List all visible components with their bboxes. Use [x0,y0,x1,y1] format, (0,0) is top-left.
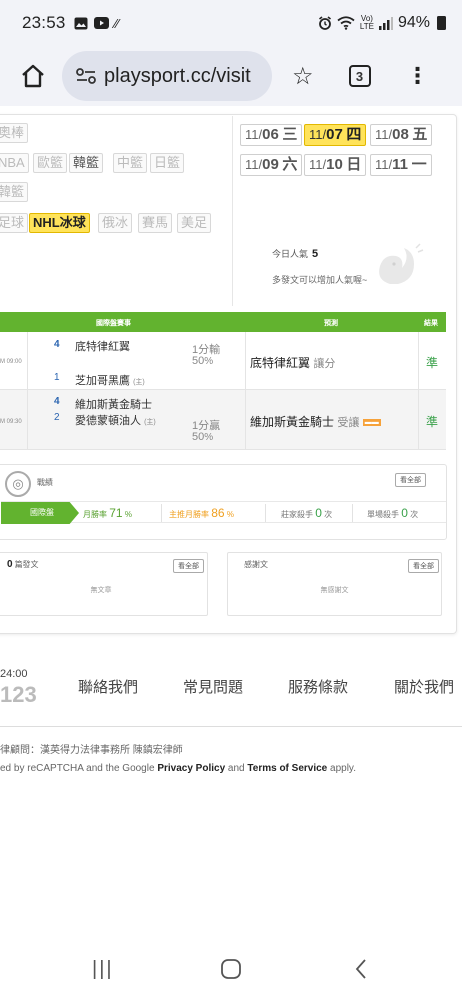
divider [232,116,233,306]
footer-link-about[interactable]: 關於我們 [394,676,454,697]
sport-tag-active[interactable]: NHL冰球 [29,213,90,233]
team-name[interactable]: 維加斯黃金騎士 [75,396,152,412]
table-row: M 09:00 4 底特律紅翼 1 芝加哥黑鷹 (主) 1分輸 50% 底特律紅… [0,332,446,390]
table-row: M 09:30 4 維加斯黃金騎士 2 愛德蒙頓油人 (主) 1分贏 50% 維… [0,390,446,450]
sport-tag[interactable]: 韓籃 [0,182,29,202]
main-win-rate: 主推月勝率 86 % [169,506,234,520]
privacy-policy-link[interactable]: Privacy Policy [157,763,225,774]
record-panel: ◎ 戰績 看全部 國際盤 月勝率 71 % 主推月勝率 86 % 莊家殺手 0 … [0,464,447,540]
date-button[interactable]: 11/06 三 [240,124,303,146]
footer-link-terms[interactable]: 服務條款 [288,676,348,697]
odds-percent: 50% [192,355,214,367]
team-name[interactable]: 愛德蒙頓油人 (主) [75,412,156,428]
home-icon [22,64,44,88]
home-button[interactable] [18,61,48,91]
team-score: 4 [54,396,60,407]
prediction: 維加斯黃金騎士 受讓 ▬▬ [250,415,381,429]
wifi-icon [337,16,355,30]
sport-tag[interactable]: 歐籃 [33,153,68,173]
team-score: 2 [54,412,60,423]
team-score: 4 [54,339,60,350]
bookmark-star-icon[interactable]: ☆ [292,62,314,91]
date-button[interactable]: 11/11 一 [370,154,432,176]
site-settings-icon [76,68,96,84]
url-text: playsport.cc/visit [104,64,251,87]
game-time: M 09:00 [0,359,22,365]
record-stats: 國際盤 月勝率 71 % 主推月勝率 86 % 莊家殺手 0 次 單場殺手 0 … [1,501,446,524]
back-icon[interactable] [354,958,368,980]
thanks-panel: 感謝文 看全部 無感謝文 [227,552,442,616]
sport-tag[interactable]: 奧棒 [0,123,29,143]
result: 準 [426,415,439,429]
overflow-menu-icon[interactable]: ⋮ [407,65,429,87]
legal-counsel: 律顧問：漢英得力法律事務所 陳鎮宏律師 [0,745,183,756]
record-icon: ◎ [5,471,31,497]
home-nav-icon[interactable] [220,958,242,980]
month-win-rate: 月勝率 71 % [83,506,132,520]
team-name[interactable]: 芝加哥黑鷹 (主) [75,372,145,388]
prediction: 底特律紅翼 讓分 [250,356,336,370]
sport-tag[interactable]: NBA [0,153,29,173]
sport-tag[interactable]: 賽馬 [138,213,173,233]
battery-icon [437,16,446,30]
youtube-icon [93,17,109,29]
status-bar: 23:53 ⁄⁄ Vo) LTE 94% [0,0,462,46]
header-result: 結果 [424,320,438,327]
recaptcha-notice: ed by reCAPTCHA and the Google Privacy P… [0,763,356,774]
sport-tag[interactable]: 足球 [0,213,29,233]
single-killer: 單場殺手 0 次 [367,506,419,520]
sport-tag[interactable]: 美足 [177,213,212,233]
terms-of-service-link[interactable]: Terms of Service [247,763,327,774]
footer-time: 24:00 [0,668,28,680]
system-nav-bar: ||| [0,930,462,1000]
games-table-header: 國際盤賽事 預測 結果 [0,312,446,332]
volte-icon: Vo) LTE [359,14,374,31]
sport-tag[interactable]: 俄冰 [98,213,133,233]
sport-tag[interactable]: 韓籃 [69,153,104,173]
mascot-icon [379,243,424,284]
thanks-empty: 無感謝文 [320,587,349,594]
team-name[interactable]: 底特律紅翼 [75,338,130,354]
footer-divider [0,726,462,727]
battery-level: 94% [397,14,430,31]
footer-year: 123 [0,682,37,707]
posts-empty: 無文章 [90,587,112,594]
signal-off-icon: ⁄⁄ [114,15,119,31]
record-label: 戰績 [37,478,53,487]
banker-killer: 莊家殺手 0 次 [281,506,333,520]
sport-tag[interactable]: 中籃 [113,153,148,173]
tab-switcher-button[interactable]: 3 [348,65,371,87]
result: 準 [426,356,439,370]
footer-link-contact[interactable]: 聯絡我們 [78,676,138,697]
status-time: 23:53 [22,13,66,32]
date-button[interactable]: 11/10 日 [304,154,367,176]
thanks-title: 感謝文 [244,560,268,569]
see-all-thanks-button[interactable]: 看全部 [408,559,439,573]
see-all-posts-button[interactable]: 看全部 [173,559,204,573]
popularity-hint: 多發文可以增加人氣喔~ [272,275,368,285]
odds-percent: 50% [192,431,214,443]
game-time: M 09:30 [0,419,22,425]
header-game: 國際盤賽事 [96,320,131,327]
posts-title: 0 篇發文 [7,559,39,570]
popularity: 今日人氣 5 [272,248,319,260]
signal-bars-icon [378,16,393,30]
see-all-record-button[interactable]: 看全部 [395,473,426,487]
browser-toolbar: playsport.cc/visit ☆ 3 ⋮ [0,46,462,106]
header-prediction: 預測 [324,320,338,327]
date-button[interactable]: 11/08 五 [370,124,433,146]
date-button-active[interactable]: 11/07 四 [304,124,367,146]
gallery-icon [74,17,88,29]
sport-tag[interactable]: 日籃 [150,153,185,173]
date-button[interactable]: 11/09 六 [240,154,303,176]
footer-link-faq[interactable]: 常見問題 [183,676,243,697]
team-score: 1 [54,372,60,383]
posts-panel: 0 篇發文 看全部 無文章 [0,552,208,616]
alarm-icon [318,16,331,30]
tab-international[interactable]: 國際盤 [1,502,79,524]
recent-apps-icon[interactable]: ||| [92,958,114,981]
address-bar[interactable]: playsport.cc/visit [62,51,272,101]
page-content: 奧棒 NBA 歐籃 韓籃 中籃 日籃 韓籃 足球 NHL冰球 俄冰 賽馬 美足 … [0,106,462,1000]
hot-badge-icon: ▬▬ [362,419,381,427]
